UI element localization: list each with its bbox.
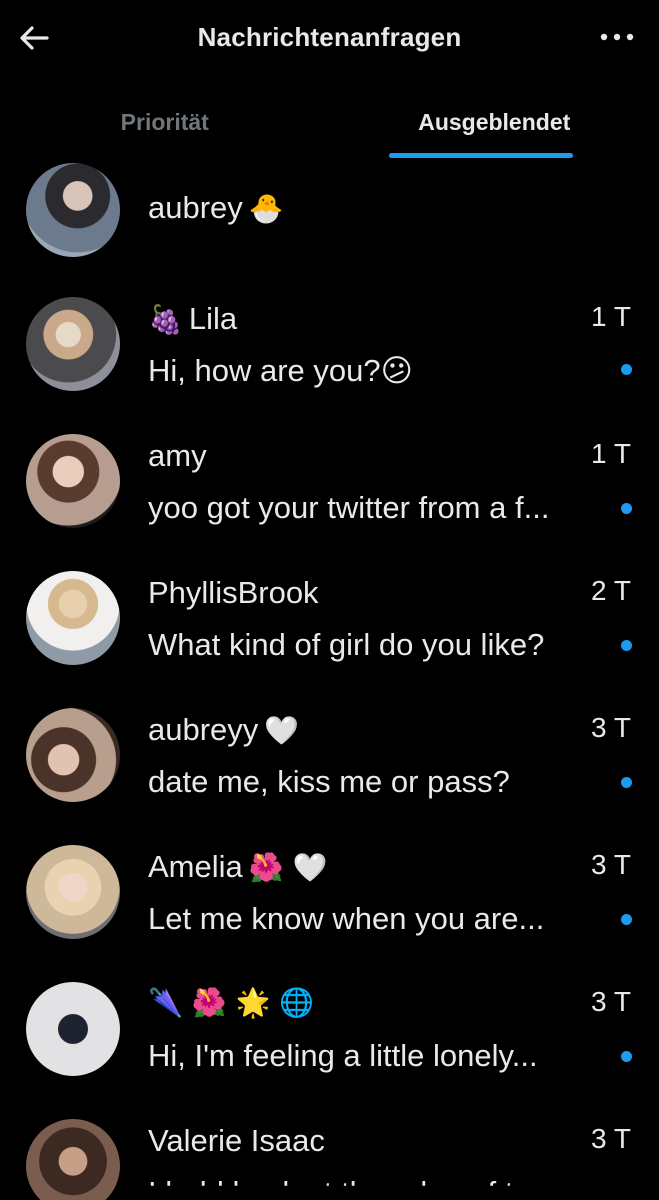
avatar	[26, 982, 120, 1076]
message-preview: What kind of girl do you like?	[148, 627, 545, 662]
unread-dot	[621, 777, 632, 788]
unread-dot	[621, 503, 632, 514]
avatar	[26, 1119, 120, 1200]
grapes-emoji: 🍇	[148, 302, 183, 336]
message-preview: I held back at the edge of tr...	[148, 1175, 548, 1200]
timestamp: 3 T	[591, 849, 631, 880]
conversation-name: 🌂 🌺 🌟 🌐	[148, 986, 314, 1019]
tab-label: Ausgeblendet	[418, 109, 571, 135]
conversation-name: aubreyy 🤍	[148, 712, 300, 747]
timestamp: 2 T	[591, 575, 631, 606]
message-preview: date me, kiss me or pass?	[148, 764, 510, 799]
page-title: Nachrichtenanfragen	[197, 22, 462, 52]
avatar	[26, 163, 120, 257]
tab-bar: Priorität Ausgeblendet	[0, 95, 659, 159]
active-tab-indicator	[388, 153, 573, 158]
conversation-name: aubrey 🐣	[148, 190, 284, 225]
conversation-row[interactable]: PhyllisBrook 2 T What kind of girl do yo…	[0, 571, 659, 701]
conversation-name: Valerie Isaac	[148, 1123, 325, 1158]
timestamp: 3 T	[591, 986, 631, 1017]
hatching-chick-emoji: 🐣	[248, 191, 284, 225]
conversation-row[interactable]: amy 1 T yoo got your twitter from a f...	[0, 434, 659, 564]
conversation-row[interactable]: aubreyy 🤍 3 T date me, kiss me or pass?	[0, 708, 659, 838]
conversation-row[interactable]: aubrey 🐣	[0, 160, 659, 290]
message-preview: yoo got your twitter from a f...	[148, 490, 550, 525]
emoji-name: 🌂 🌺 🌟 🌐	[148, 986, 315, 1019]
message-preview: Hi, I'm feeling a little lonely...	[148, 1038, 538, 1073]
conversation-row[interactable]: 🌂 🌺 🌟 🌐 3 T Hi, I'm feeling a little lon…	[0, 982, 659, 1112]
conversation-name: amy	[148, 438, 207, 473]
tab-ausgeblendet[interactable]: Ausgeblendet	[330, 95, 659, 159]
unread-dot	[621, 364, 632, 375]
message-preview: Hi, how are you?😕	[148, 353, 413, 388]
conversation-name: Amelia 🌺 🤍	[148, 849, 328, 884]
conversation-row[interactable]: Amelia 🌺 🤍 3 T Let me know when you are.…	[0, 845, 659, 975]
hibiscus-and-heart-emoji: 🌺 🤍	[248, 850, 328, 884]
avatar	[26, 845, 120, 939]
conversation-row[interactable]: Valerie Isaac 3 T I held back at the edg…	[0, 1119, 659, 1200]
avatar	[26, 434, 120, 528]
tab-prioritaet[interactable]: Priorität	[0, 95, 330, 159]
more-horizontal-icon	[600, 33, 634, 41]
header: Nachrichtenanfragen	[0, 0, 659, 80]
white-heart-emoji: 🤍	[264, 713, 300, 747]
avatar	[26, 571, 120, 665]
conversation-name: 🍇 Lila	[148, 301, 238, 336]
timestamp: 3 T	[591, 1123, 631, 1154]
timestamp: 1 T	[591, 438, 631, 469]
unread-dot	[621, 1051, 632, 1062]
unread-dot	[621, 914, 632, 925]
conversation-row[interactable]: 🍇 Lila 1 T Hi, how are you?😕	[0, 297, 659, 427]
avatar	[26, 708, 120, 802]
timestamp: 3 T	[591, 712, 631, 743]
conversation-name: PhyllisBrook	[148, 575, 319, 610]
avatar	[26, 297, 120, 391]
message-preview: Let me know when you are...	[148, 901, 545, 936]
timestamp: 1 T	[591, 301, 631, 332]
more-options-button[interactable]	[597, 22, 637, 52]
tab-label: Priorität	[120, 109, 209, 135]
unread-dot	[621, 640, 632, 651]
